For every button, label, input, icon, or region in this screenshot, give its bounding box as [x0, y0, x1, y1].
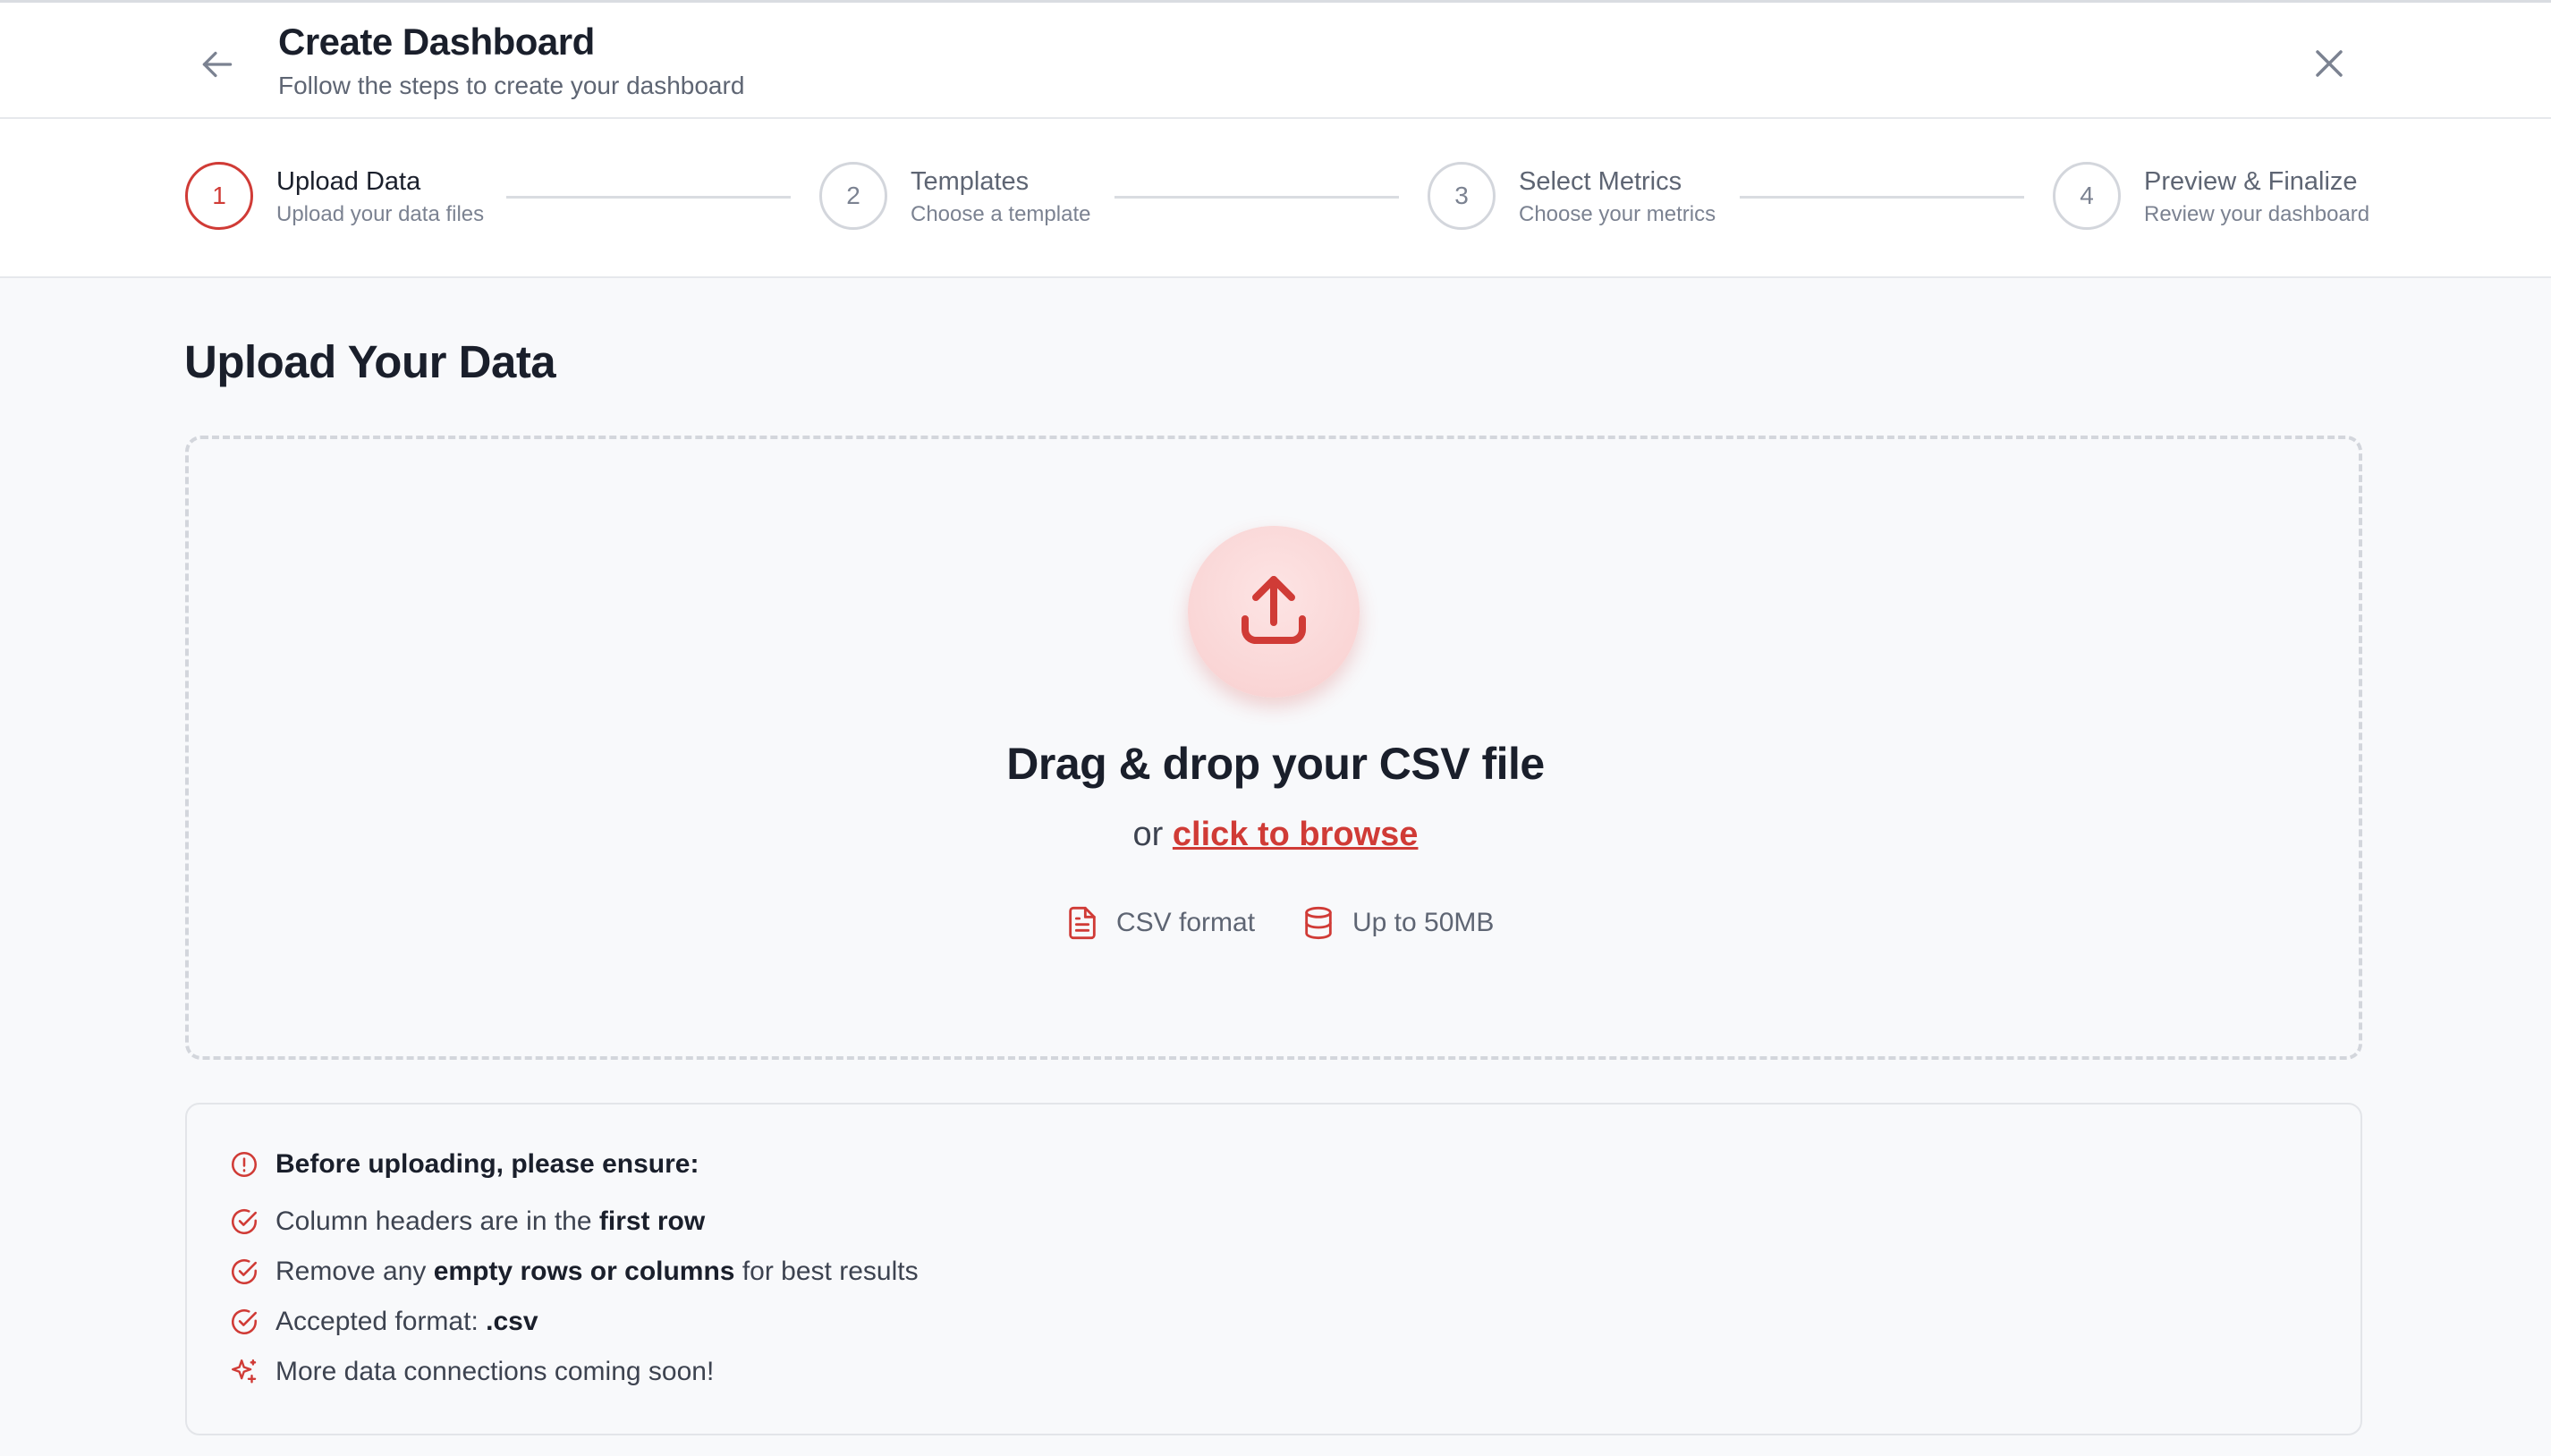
browse-link[interactable]: click to browse: [1173, 816, 1419, 853]
requirement-text: More data connections coming soon!: [275, 1357, 715, 1386]
step-connector: [506, 196, 791, 199]
file-text-icon: [1069, 906, 1096, 940]
step-subtitle: Upload your data files: [276, 202, 485, 226]
sparkles-icon: [232, 1359, 257, 1384]
or-text: or: [1132, 816, 1164, 853]
stepper: 1 Upload Data Upload your data files 2 T…: [0, 119, 2551, 278]
step-title: Upload Data: [276, 167, 421, 196]
page-subtitle: Follow the steps to create your dashboar…: [278, 72, 745, 99]
section-title: Upload Your Data: [184, 336, 556, 387]
requirement-item: More data connections coming soon!: [229, 1354, 714, 1390]
step-title: Templates: [911, 167, 1030, 196]
upload-icon: [1242, 576, 1306, 644]
size-info: Up to 50MB: [1301, 903, 1494, 943]
size-label: Up to 50MB: [1352, 908, 1495, 937]
alert-circle-icon: [231, 1151, 258, 1178]
back-button[interactable]: [195, 42, 240, 87]
requirement-text: Column headers are in the first row: [275, 1206, 706, 1236]
page-header: Create Dashboard Follow the steps to cre…: [0, 0, 2551, 119]
upload-button[interactable]: [1188, 526, 1360, 698]
check-circle-icon: [231, 1308, 258, 1335]
requirement-text: Remove any empty rows or columns for bes…: [275, 1257, 919, 1286]
check-circle-icon: [231, 1208, 258, 1235]
step-title: Preview & Finalize: [2144, 167, 2358, 196]
close-button[interactable]: [2306, 40, 2352, 87]
close-icon: [2316, 50, 2343, 77]
step-subtitle: Choose your metrics: [1519, 202, 1716, 226]
step-number: 4: [2053, 162, 2121, 230]
requirement-item: Remove any empty rows or columns for bes…: [229, 1254, 919, 1290]
step-number: 3: [1428, 162, 1496, 230]
step-number: 2: [819, 162, 887, 230]
requirements-heading: Before uploading, please ensure:: [229, 1147, 699, 1182]
requirement-text: Accepted format: .csv: [275, 1307, 538, 1336]
step-number: 1: [185, 162, 253, 230]
requirements-heading-text: Before uploading, please ensure:: [275, 1149, 699, 1179]
database-icon: [1305, 906, 1332, 940]
step-subtitle: Choose a template: [911, 202, 1091, 226]
dropzone-title: Drag & drop your CSV file: [1006, 739, 1545, 789]
format-label: CSV format: [1116, 908, 1256, 937]
format-info: CSV format: [1064, 903, 1255, 943]
arrow-left-icon: [202, 51, 233, 78]
requirement-item: Column headers are in the first row: [229, 1204, 705, 1240]
step-title: Select Metrics: [1519, 167, 1682, 196]
check-circle-icon: [231, 1258, 258, 1285]
step-connector: [1114, 196, 1399, 199]
dropzone-browse-line: or click to browse: [0, 816, 2551, 854]
step-connector: [1740, 196, 2024, 199]
requirement-item: Accepted format: .csv: [229, 1304, 538, 1340]
step-subtitle: Review your dashboard: [2144, 202, 2370, 226]
page-title: Create Dashboard: [278, 21, 595, 63]
